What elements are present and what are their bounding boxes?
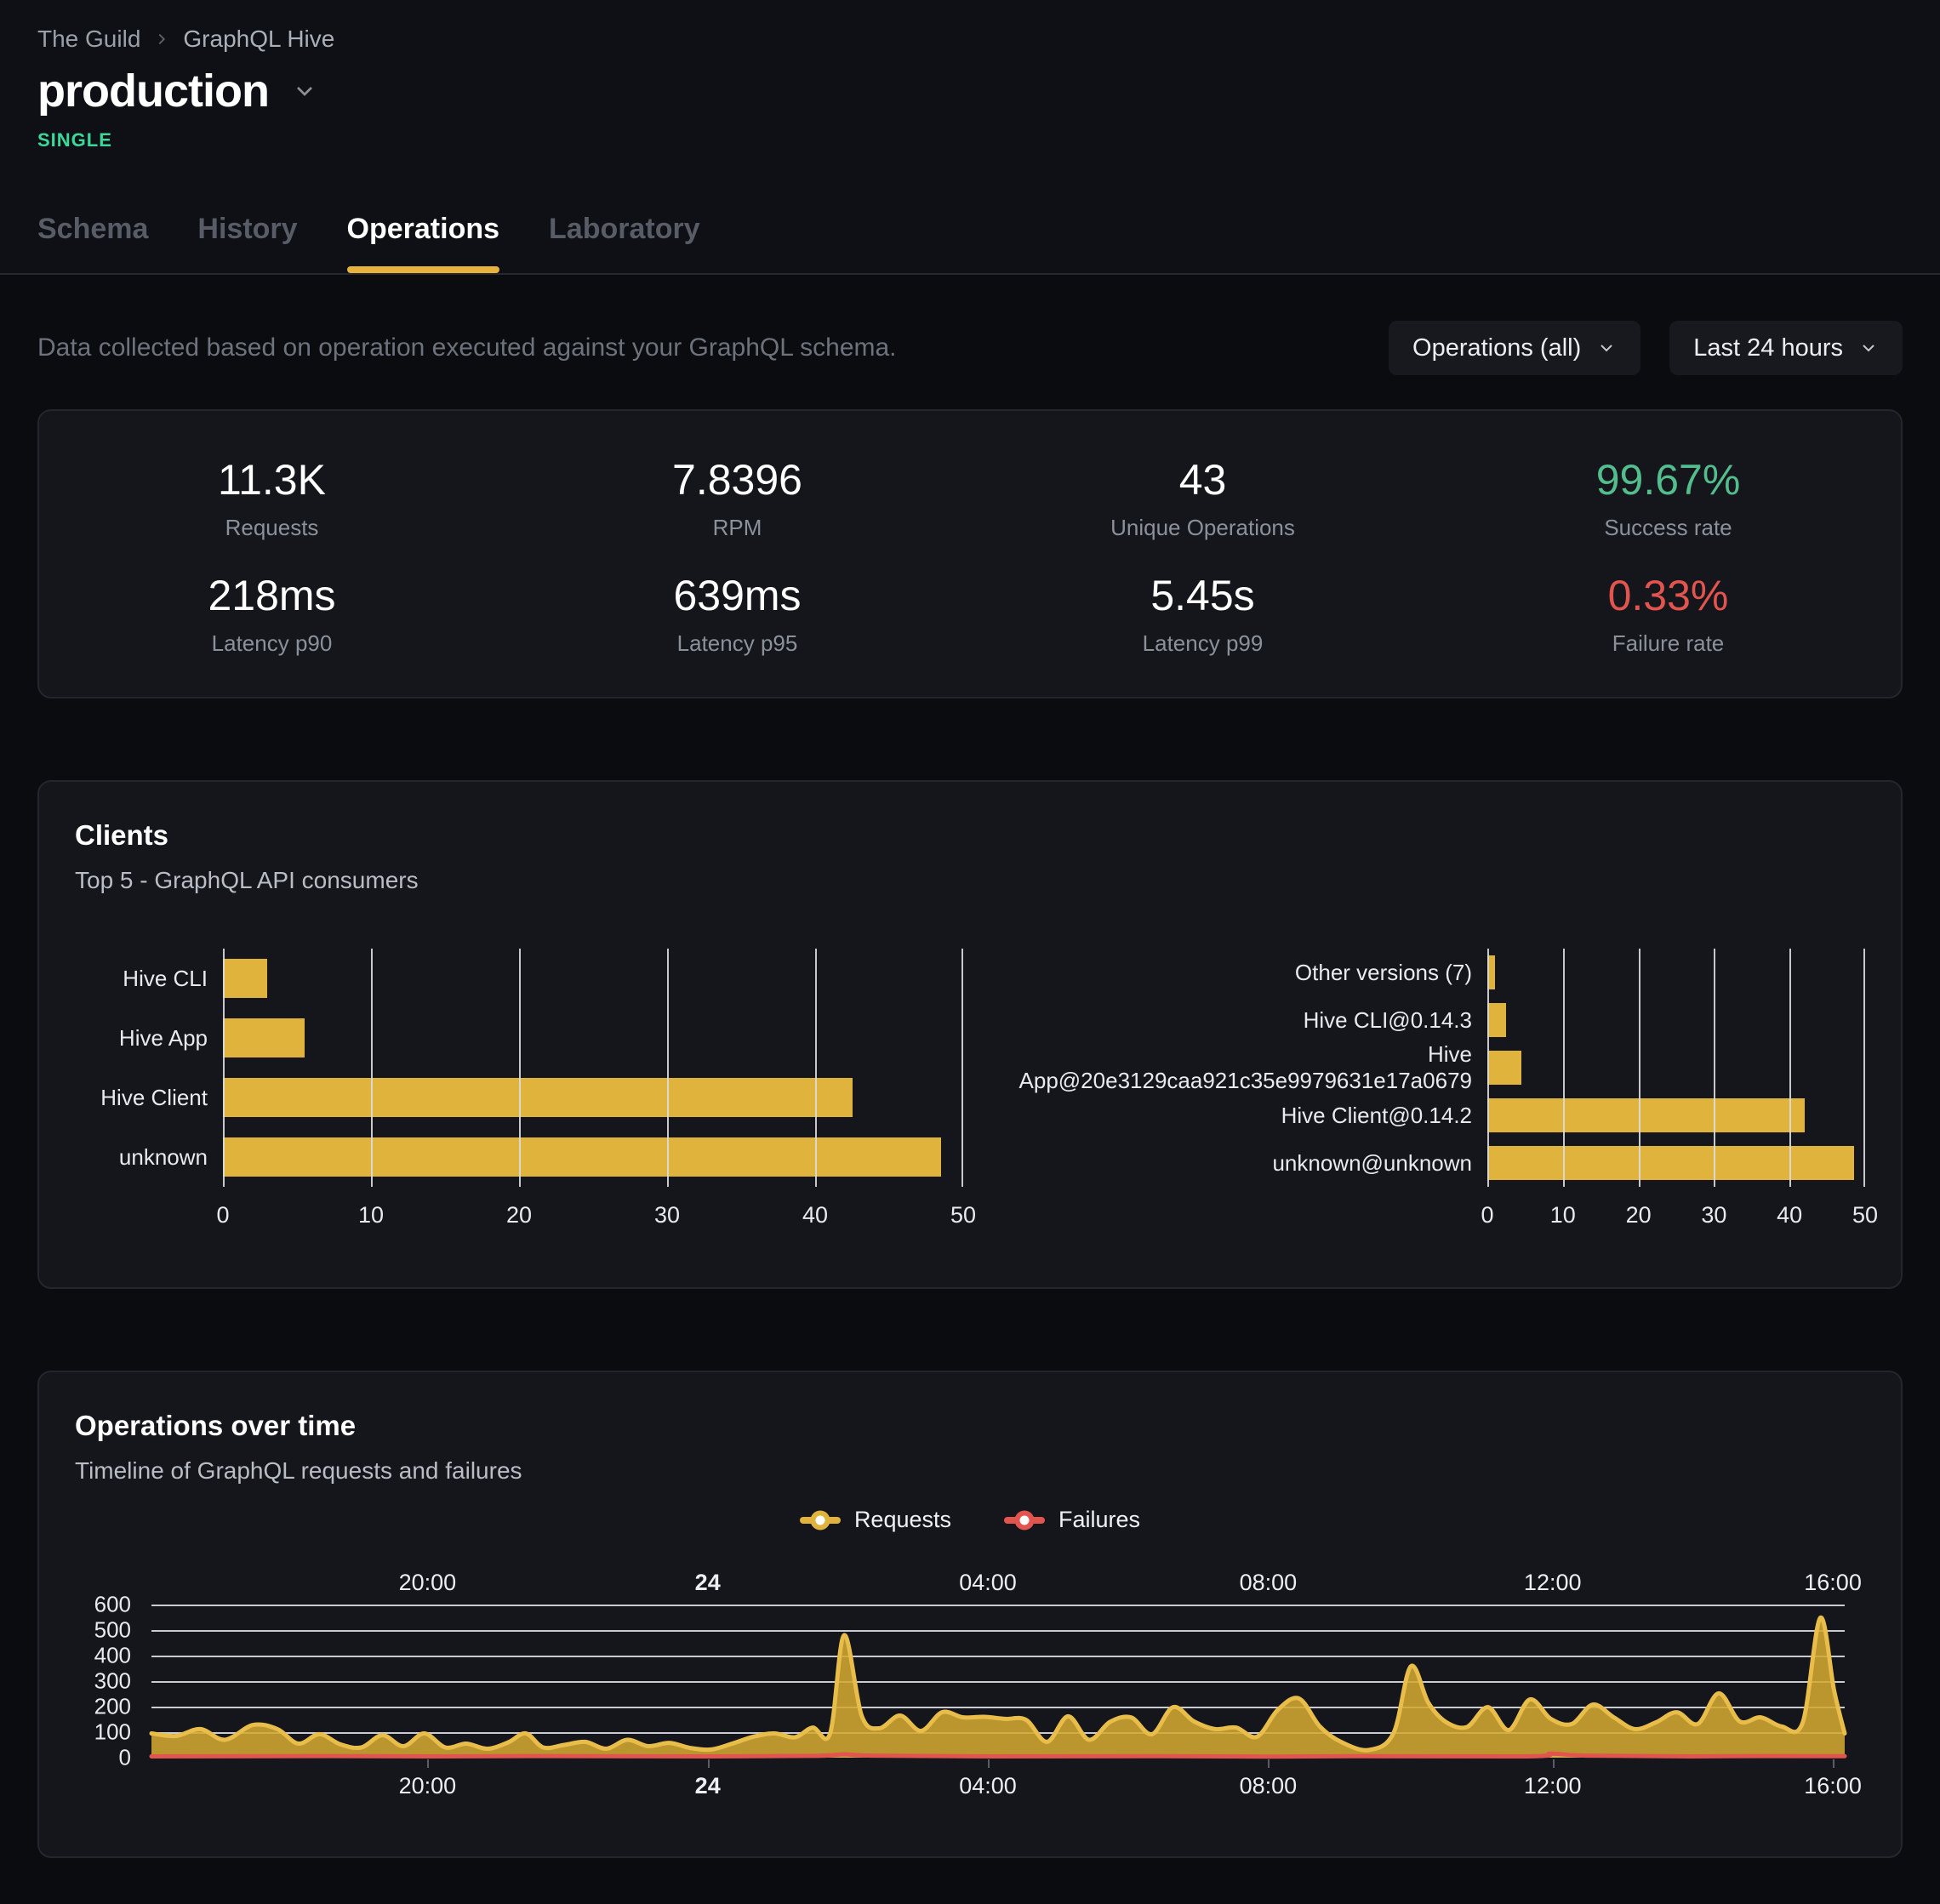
chevron-right-icon: [152, 30, 171, 48]
tab-operations[interactable]: Operations: [347, 213, 499, 273]
bar: [223, 1078, 853, 1117]
timeline-svg: [151, 1605, 1845, 1758]
bar-row: Hive CLI@0.14.3: [984, 996, 1865, 1044]
timeline-top-axis: 20:00 24 04:00 08:00 12:00 16:00: [151, 1567, 1845, 1605]
breadcrumb: The Guild GraphQL Hive: [37, 26, 1903, 53]
stat-unique-operations: 43Unique Operations: [970, 440, 1435, 556]
requests-line-marker-icon: [800, 1517, 841, 1524]
stat-latency-p99: 5.45sLatency p99: [970, 556, 1435, 671]
legend-item-failures[interactable]: Failures: [1004, 1507, 1140, 1533]
chevron-down-icon: [1596, 338, 1617, 358]
clients-title: Clients: [75, 819, 1865, 852]
failures-line-marker-icon: [1004, 1517, 1045, 1524]
operations-subtitle: Timeline of GraphQL requests and failure…: [75, 1457, 1865, 1485]
stat-rpm: 7.8396RPM: [505, 440, 970, 556]
chevron-down-icon: [1858, 338, 1879, 358]
timeline-plot-area: [151, 1605, 1845, 1758]
date-range-dropdown[interactable]: Last 24 hours: [1669, 321, 1903, 375]
bar: [1487, 1003, 1506, 1037]
clients-subtitle: Top 5 - GraphQL API consumers: [75, 867, 1865, 894]
bar-row: Hive CLI: [75, 949, 963, 1008]
bar-row: Other versions (7): [984, 949, 1865, 996]
active-tab-indicator: [347, 266, 499, 273]
bar-row: unknown: [75, 1127, 963, 1187]
stat-success-rate: 99.67%Success rate: [1435, 440, 1901, 556]
tab-bar: Schema History Operations Laboratory: [37, 213, 1903, 273]
bar: [1487, 1146, 1854, 1180]
bar-row: Hive App: [75, 1008, 963, 1068]
breadcrumb-org-link[interactable]: The Guild: [37, 26, 140, 53]
legend-item-requests[interactable]: Requests: [800, 1507, 951, 1533]
breadcrumb-project-link[interactable]: GraphQL Hive: [183, 26, 334, 53]
page-header: The Guild GraphQL Hive production SINGLE…: [0, 0, 1940, 275]
timeline-bottom-axis: 20:00 24 04:00 08:00 12:00 16:00: [151, 1763, 1845, 1805]
clients-by-version-chart: Other versions (7) Hive CLI@0.14.3 Hive …: [984, 949, 1865, 1236]
bar: [1487, 1098, 1805, 1132]
bar: [223, 1018, 305, 1057]
bar-row: Hive Client: [75, 1068, 963, 1127]
tab-schema[interactable]: Schema: [37, 213, 148, 273]
tab-laboratory[interactable]: Laboratory: [549, 213, 700, 273]
stat-requests: 11.3KRequests: [39, 440, 505, 556]
bar: [223, 959, 267, 998]
operations-title: Operations over time: [75, 1410, 1865, 1442]
stat-latency-p90: 218msLatency p90: [39, 556, 505, 671]
operations-filter-dropdown[interactable]: Operations (all): [1389, 321, 1640, 375]
clients-panel: Clients Top 5 - GraphQL API consumers Hi…: [37, 780, 1903, 1289]
page-title: production: [37, 65, 269, 117]
bar: [1487, 955, 1495, 989]
stat-latency-p95: 639msLatency p95: [505, 556, 970, 671]
stats-panel: 11.3KRequests 7.8396RPM 43Unique Operati…: [37, 409, 1903, 698]
bar-row: Hive App@20e3129caa921c35e9979631e17a067…: [984, 1044, 1865, 1092]
target-selector-chevron-down-icon[interactable]: [291, 77, 318, 105]
clients-by-name-chart: Hive CLI Hive App Hive Client unknown 01…: [75, 949, 963, 1236]
tab-history[interactable]: History: [197, 213, 297, 273]
operations-over-time-panel: Operations over time Timeline of GraphQL…: [37, 1371, 1903, 1858]
bar: [1487, 1051, 1521, 1085]
page-description: Data collected based on operation execut…: [37, 333, 897, 362]
stat-failure-rate: 0.33%Failure rate: [1435, 556, 1901, 671]
timeline-y-axis: 600 500 400 300 200 100 0: [75, 1605, 151, 1758]
bar: [223, 1137, 941, 1177]
chart-legend: Requests Failures: [75, 1507, 1865, 1533]
timeline-chart: 20:00 24 04:00 08:00 12:00 16:00 600 500…: [75, 1567, 1845, 1805]
bar-row: unknown@unknown: [984, 1139, 1865, 1187]
x-axis-labels: 01020304050: [223, 1202, 963, 1236]
bar-row: Hive Client@0.14.2: [984, 1092, 1865, 1139]
status-badge: SINGLE: [37, 129, 1903, 151]
x-axis-labels: 01020304050: [1487, 1202, 1865, 1236]
